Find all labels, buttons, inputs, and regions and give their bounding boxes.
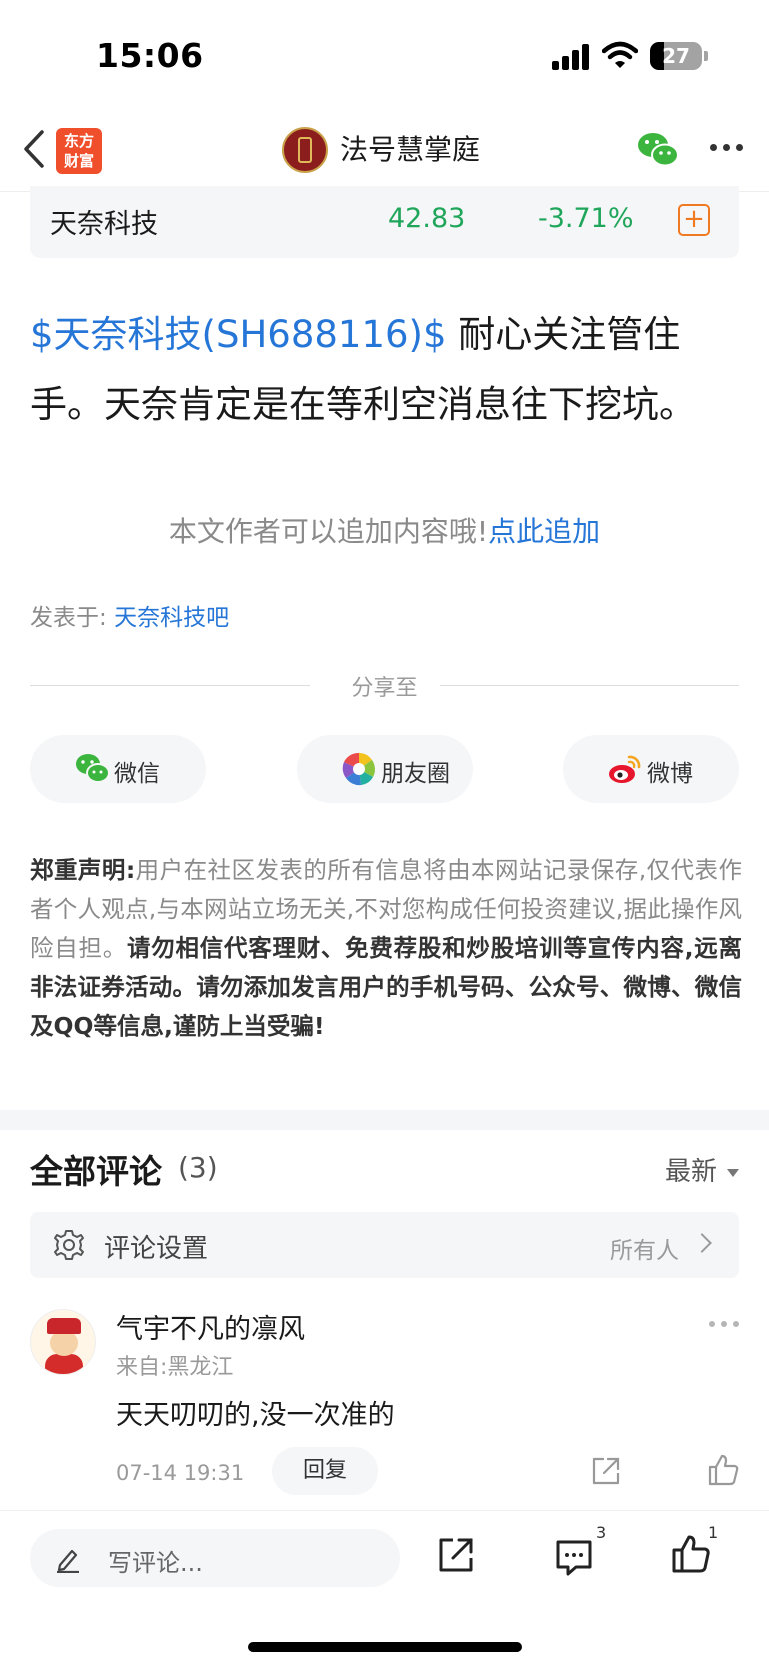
cellular-signal-icon xyxy=(552,44,592,70)
share-icon[interactable] xyxy=(436,1535,476,1575)
sort-dropdown[interactable]: 最新 xyxy=(665,1151,739,1188)
account-name[interactable]: 法号慧掌庭 xyxy=(340,130,480,170)
comment-settings-label: 评论设置 xyxy=(104,1234,209,1264)
battery-icon: 27 xyxy=(650,42,702,70)
weibo-icon xyxy=(609,755,641,783)
comment-time: 07-14 19:31 xyxy=(116,1461,245,1485)
comment-more-icon[interactable] xyxy=(709,1321,739,1327)
posted-in: 发表于: 天奈科技吧 xyxy=(30,598,229,632)
nav-bar: 东方 财富 法号慧掌庭 xyxy=(0,110,769,192)
thumbs-up-icon[interactable] xyxy=(706,1453,740,1487)
disclaimer: 郑重声明:用户在社区发表的所有信息将由本网站记录保存,仅代表作者个人观点,与本网… xyxy=(30,851,742,1046)
more-options-icon[interactable] xyxy=(710,144,744,154)
share-weibo-button[interactable]: 微博 xyxy=(563,735,739,803)
comments-header: 全部评论 (3) 最新 xyxy=(30,1145,739,1193)
gear-icon xyxy=(54,1230,84,1260)
comments-count: (3) xyxy=(178,1151,218,1184)
sort-label: 最新 xyxy=(664,1157,717,1187)
section-divider xyxy=(0,1110,769,1130)
disclaimer-warning: 请勿相信代客理财、免费荐股和炒股培训等宣传内容,远离非法证券活动。请勿添加发言用… xyxy=(30,934,742,1040)
battery-tip xyxy=(704,51,708,61)
forum-link[interactable]: 天奈科技吧 xyxy=(114,605,229,631)
append-content-row: 本文作者可以追加内容哦!点此追加 xyxy=(0,510,769,550)
share-label: 微博 xyxy=(647,761,693,787)
like-count-badge: 1 xyxy=(708,1523,719,1542)
share-label: 微信 xyxy=(114,761,160,787)
comment-location: 来自:黑龙江 xyxy=(116,1355,234,1380)
share-moments-button[interactable]: 朋友圈 xyxy=(297,735,473,803)
append-link[interactable]: 点此追加 xyxy=(488,515,600,548)
app-logo[interactable]: 东方 财富 xyxy=(56,128,102,174)
wechat-icon[interactable] xyxy=(636,130,680,170)
back-arrow-icon[interactable] xyxy=(14,124,54,174)
share-divider: 分享至 xyxy=(30,670,739,701)
post-body: $天奈科技(SH688116)$ 耐心关注管住手。天奈肯定是在等利空消息往下挖坑… xyxy=(30,300,742,440)
home-indicator xyxy=(248,1642,522,1652)
comment-icon[interactable] xyxy=(554,1537,594,1577)
comment-settings-value: 所有人 xyxy=(610,1238,679,1264)
comment-item: 气宇不凡的凛风 来自:黑龙江 天天叨叨的,没一次准的 07-14 19:31 回… xyxy=(30,1305,739,1505)
share-wechat-button[interactable]: 微信 xyxy=(30,735,206,803)
chevron-right-icon xyxy=(692,1233,712,1253)
append-prompt: 本文作者可以追加内容哦! xyxy=(168,515,489,548)
avatar[interactable] xyxy=(30,1309,96,1375)
stock-card[interactable]: 天奈科技 42.83 -3.71% + xyxy=(30,186,739,258)
comment-text: 天天叨叨的,没一次准的 xyxy=(116,1400,395,1431)
moments-icon xyxy=(342,752,375,786)
add-to-watchlist-button[interactable]: + xyxy=(678,204,710,236)
stock-link[interactable]: $天奈科技(SH688116)$ xyxy=(30,313,447,356)
status-time: 15:06 xyxy=(96,36,204,75)
battery-level: 27 xyxy=(662,44,690,68)
share-icon[interactable] xyxy=(590,1455,622,1487)
comments-title: 全部评论 xyxy=(30,1152,162,1191)
stock-name: 天奈科技 xyxy=(50,209,158,240)
comment-placeholder: 写评论... xyxy=(108,1549,203,1577)
wechat-icon xyxy=(76,754,110,783)
status-bar: 15:06 27 xyxy=(0,0,769,110)
comment-settings-row[interactable]: 评论设置 所有人 xyxy=(30,1212,739,1278)
stock-change: -3.71% xyxy=(538,203,634,234)
comment-author[interactable]: 气宇不凡的凛风 xyxy=(116,1307,305,1346)
reply-button[interactable]: 回复 xyxy=(272,1447,378,1495)
stock-price: 42.83 xyxy=(388,203,466,234)
share-title: 分享至 xyxy=(351,676,418,701)
share-label: 朋友圈 xyxy=(381,761,450,787)
disclaimer-heading: 郑重声明: xyxy=(30,856,136,884)
account-avatar[interactable] xyxy=(282,127,328,173)
wifi-icon xyxy=(602,41,638,68)
comment-input[interactable]: 写评论... xyxy=(30,1529,400,1587)
posted-in-label: 发表于: xyxy=(30,605,115,631)
caret-down-icon xyxy=(727,1168,739,1177)
pen-icon xyxy=(57,1549,79,1573)
comment-count-badge: 3 xyxy=(596,1523,607,1542)
thumbs-up-icon[interactable] xyxy=(670,1533,712,1575)
